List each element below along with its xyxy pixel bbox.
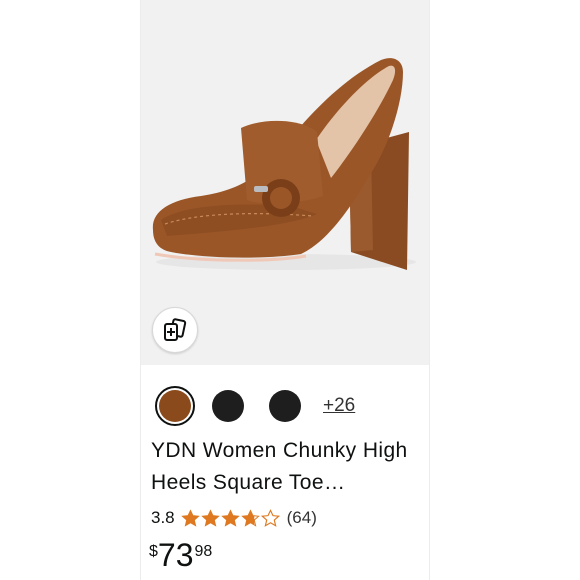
rating-row[interactable]: 3.8 (64) xyxy=(151,506,317,530)
swatch-brown[interactable] xyxy=(155,386,195,426)
price-symbol: $ xyxy=(149,543,158,560)
star-icon xyxy=(200,508,220,527)
price-whole: 73 xyxy=(157,537,194,573)
star-icon xyxy=(220,508,240,527)
product-image-shoe[interactable] xyxy=(141,0,429,300)
star-icon xyxy=(180,508,200,527)
rating-value: 3.8 xyxy=(151,508,175,527)
product-card[interactable]: +26 YDN Women Chunky High Heels Square T… xyxy=(140,0,430,580)
star-half-icon xyxy=(240,508,260,527)
view-similar-icon xyxy=(164,318,187,341)
view-similar-button[interactable] xyxy=(152,307,198,353)
more-colors-link[interactable]: +26 xyxy=(323,395,355,417)
color-swatches: +26 xyxy=(155,386,355,426)
review-count[interactable]: (64) xyxy=(287,508,317,528)
price: $ 73 98 xyxy=(149,537,212,573)
price-fraction: 98 xyxy=(194,543,213,560)
swatch-brown-fill xyxy=(159,390,191,422)
product-title[interactable]: YDN Women Chunky High Heels Square Toe… xyxy=(151,435,421,499)
swatch-black-1[interactable] xyxy=(212,390,244,422)
product-image-area[interactable] xyxy=(141,0,429,365)
star-rating xyxy=(180,508,281,528)
star-empty-icon xyxy=(260,508,280,527)
swatch-black-2[interactable] xyxy=(269,390,301,422)
